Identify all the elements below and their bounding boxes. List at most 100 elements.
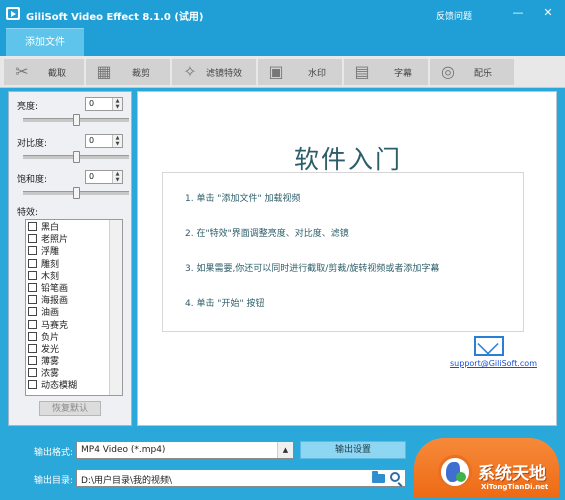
getting-started-panel: 软件入门 1. 单击 "添加文件" 加载视频 2. 在"特效"界面调整亮度、对比… (137, 91, 557, 426)
folder-icon[interactable] (372, 471, 385, 483)
checkbox-icon[interactable] (28, 222, 37, 231)
contrast-label: 对比度: (17, 139, 48, 149)
tool-trim[interactable]: ✂ 截取 (4, 59, 84, 85)
scissors-icon: ✂ (15, 62, 29, 81)
contrast-value: 0 (89, 136, 95, 145)
effect-label: 油画 (41, 308, 60, 319)
effects-list: 黑白老照片 浮雕 雕刻 木刻 铅笔画 海报画 油画 马赛克 负片 发光 薄雾 浓雾 动态模糊 (28, 222, 109, 393)
app-logo-icon (6, 7, 20, 20)
output-settings-button[interactable]: 输出设置 (300, 441, 406, 459)
effect-item[interactable]: 发光 (28, 343, 109, 356)
contrast-slider[interactable] (23, 151, 129, 163)
effect-item[interactable]: 薄雾 (28, 356, 109, 368)
saturation-spinbox[interactable]: 0 ▲ ▼ (85, 170, 123, 184)
checkbox-icon[interactable] (28, 380, 37, 390)
tool-watermark[interactable]: ▣ 水印 (258, 59, 342, 85)
effect-item[interactable]: 铅笔画 (28, 282, 109, 295)
spin-down-icon[interactable]: ▼ (113, 141, 122, 147)
effect-item[interactable]: 黑白 (28, 222, 109, 234)
effect-item[interactable]: 马赛克 (28, 319, 109, 332)
checkbox-icon[interactable] (28, 258, 37, 268)
feedback-link[interactable]: 反馈问题 (436, 9, 472, 22)
music-disc-icon: ◎ (441, 62, 455, 81)
brightness-label: 亮度: (17, 102, 39, 112)
effects-scrollbar[interactable] (109, 220, 122, 395)
effect-label: 黑白 (41, 223, 60, 233)
checkbox-icon[interactable] (28, 319, 37, 329)
contrast-slider-thumb[interactable] (73, 151, 80, 163)
tool-crop[interactable]: ▦ 裁剪 (86, 59, 170, 85)
effect-item[interactable]: 海报画 (28, 295, 109, 307)
tool-subtitle-label: 字幕 (394, 69, 413, 79)
effects-label: 特效: (17, 208, 39, 218)
effect-label: 雕刻 (41, 259, 60, 270)
output-dir-value: D:\用户目录\我的视频\ (81, 476, 173, 486)
contrast-spinbox[interactable]: 0 ▲ ▼ (85, 134, 123, 148)
title-bar: GiliSoft Video Effect 8.1.0 (试用) 反馈问题 — … (0, 0, 565, 28)
checkbox-icon[interactable] (28, 368, 37, 378)
effect-label: 薄雾 (41, 357, 60, 368)
tool-music-label: 配乐 (474, 69, 493, 79)
mail-icon[interactable] (474, 336, 504, 356)
search-icon[interactable] (390, 472, 400, 482)
checkbox-icon[interactable] (28, 234, 37, 244)
effect-label: 动态模糊 (41, 381, 78, 392)
dropdown-arrow-icon[interactable]: ▲ (277, 442, 293, 458)
effect-item[interactable]: 浓雾 (28, 368, 109, 380)
effect-item[interactable]: 木刻 (28, 270, 109, 283)
checkbox-icon[interactable] (28, 331, 37, 341)
checkbox-icon[interactable] (28, 343, 37, 353)
saturation-value: 0 (89, 172, 95, 181)
restore-default-button[interactable]: 恢复默认 (39, 401, 101, 416)
spin-down-icon[interactable]: ▼ (113, 104, 122, 110)
minimize-button[interactable]: — (508, 4, 528, 22)
saturation-label: 饱和度: (17, 175, 48, 185)
spin-down-icon[interactable]: ▼ (113, 177, 122, 183)
watermark-globe-logo (438, 455, 472, 489)
checkbox-icon[interactable] (28, 246, 37, 256)
add-file-button[interactable]: 添加文件 (6, 28, 84, 56)
tool-music[interactable]: ◎ 配乐 (430, 59, 514, 85)
tool-subtitle[interactable]: ▤ 字幕 (344, 59, 428, 85)
step-1: 1. 单击 "添加文件" 加载视频 (185, 194, 301, 204)
checkbox-icon[interactable] (28, 270, 37, 280)
effect-item[interactable]: 动态模糊 (28, 380, 109, 392)
effect-item[interactable]: 负片 (28, 331, 109, 344)
output-dir-field[interactable]: D:\用户目录\我的视频\ (76, 469, 406, 487)
effect-label: 马赛克 (41, 320, 69, 331)
checkbox-icon[interactable] (28, 282, 37, 292)
close-button[interactable]: ✕ (538, 4, 558, 22)
effect-item[interactable]: 老照片 (28, 234, 109, 246)
tool-effects[interactable]: ✧ 滤镜特效 (172, 59, 256, 85)
effect-item[interactable]: 浮雕 (28, 246, 109, 258)
checkbox-icon[interactable] (28, 307, 37, 317)
brightness-slider-thumb[interactable] (73, 114, 80, 126)
steps-box: 1. 单击 "添加文件" 加载视频 2. 在"特效"界面调整亮度、对比度、滤镜 … (162, 172, 524, 332)
tool-watermark-label: 水印 (308, 69, 327, 79)
effect-label: 海报画 (41, 296, 69, 307)
support-email-link[interactable]: support@GiliSoft.com (450, 359, 537, 368)
brightness-spinbox[interactable]: 0 ▲ ▼ (85, 97, 123, 111)
effects-list-box: 黑白老照片 浮雕 雕刻 木刻 铅笔画 海报画 油画 马赛克 负片 发光 薄雾 浓雾 动态模糊 (25, 219, 123, 396)
effect-label: 木刻 (41, 271, 60, 282)
tool-effects-label: 滤镜特效 (206, 69, 243, 79)
effect-item[interactable]: 雕刻 (28, 258, 109, 271)
effect-label: 老照片 (41, 235, 69, 246)
effect-label: 负片 (41, 332, 60, 343)
step-3: 3. 如果需要,你还可以同时进行截取/剪裁/旋转视频或者添加字幕 (185, 264, 440, 274)
watermark-text: 系统天地 (478, 464, 546, 484)
saturation-slider-thumb[interactable] (73, 187, 80, 199)
step-4: 4. 单击 "开始" 按钮 (185, 299, 265, 309)
film-crop-icon: ▦ (96, 62, 112, 81)
saturation-slider[interactable] (23, 187, 129, 199)
checkbox-icon[interactable] (28, 295, 37, 305)
output-format-select[interactable]: MP4 Video (*.mp4) ▲ (76, 441, 294, 459)
tool-crop-label: 裁剪 (132, 69, 151, 79)
brightness-value: 0 (89, 99, 95, 108)
checkbox-icon[interactable] (28, 356, 37, 366)
effect-item[interactable]: 油画 (28, 307, 109, 319)
tab-row: 添加文件 (0, 28, 565, 56)
feature-toolbar: ✂ 截取 ▦ 裁剪 ✧ 滤镜特效 ▣ 水印 ▤ 字幕 ◎ 配乐 (0, 56, 565, 88)
guide-title: 软件入门 (293, 145, 402, 174)
brightness-slider[interactable] (23, 114, 129, 126)
